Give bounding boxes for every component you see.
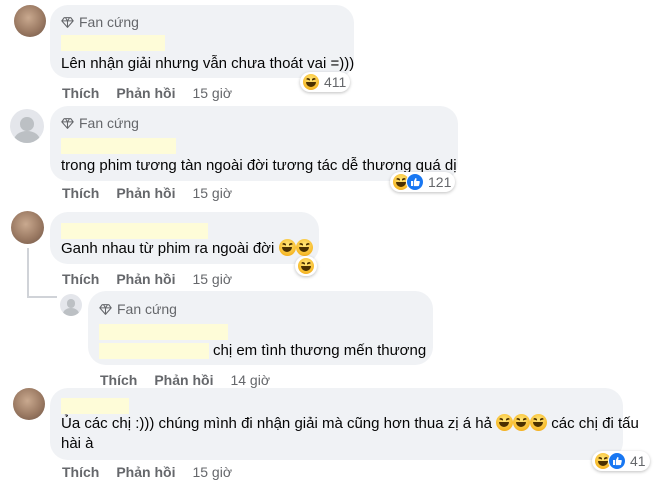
haha-emoji [302, 73, 320, 91]
fan-badge[interactable]: Fan cứng [61, 14, 139, 30]
reaction-count: 411 [324, 74, 347, 90]
reaction-summary[interactable]: 411 [300, 72, 351, 92]
like-action[interactable]: Thích [62, 271, 99, 287]
comment-bubble: Fan cứng Lên nhận giải nhưng vẫn chưa th… [50, 5, 354, 78]
like-action[interactable]: Thích [100, 372, 137, 388]
redacted-name[interactable] [61, 138, 176, 154]
avatar[interactable] [60, 294, 82, 316]
comment-actions: Thích Phản hồi 15 giờ [62, 464, 232, 480]
like-action[interactable]: Thích [62, 85, 99, 101]
comment-bubble: Ganh nhau từ phim ra ngoài đời [50, 212, 319, 264]
timestamp[interactable]: 15 giờ [192, 185, 232, 201]
comment-bubble: Fan cứng trong phim tương tàn ngoài đời … [50, 106, 458, 181]
comment-actions: Thích Phản hồi 15 giờ [62, 271, 232, 287]
like-icon [406, 173, 424, 191]
badge-label: Fan cứng [117, 301, 177, 317]
timestamp[interactable]: 15 giờ [192, 271, 232, 287]
comment-text-line1-tail: các chị đi tấu [551, 415, 639, 432]
reply-action[interactable]: Phản hồi [116, 464, 175, 480]
comment-bubble: Fan cứng chị em tình thương mến thương [88, 291, 433, 365]
comment-actions: Thích Phản hồi 15 giờ [62, 185, 232, 201]
reply-thread-line [29, 296, 57, 298]
redacted-name[interactable] [99, 324, 228, 340]
diamond-icon [61, 117, 74, 129]
redacted-name[interactable] [61, 223, 208, 239]
comment-text: chị em tình thương mến thương [213, 342, 427, 359]
comment-bubble: Ủa các chị :))) chúng mình đi nhận giải … [50, 388, 639, 460]
diamond-icon [99, 303, 112, 315]
haha-emoji [496, 414, 514, 431]
reaction-count: 121 [428, 174, 452, 190]
avatar[interactable] [14, 5, 46, 37]
reply-action[interactable]: Phản hồi [154, 372, 213, 388]
reaction-summary[interactable]: 121 [390, 172, 456, 192]
avatar[interactable] [13, 388, 45, 420]
comment-text: Ủa các chị :))) chúng mình đi nhận giải … [61, 414, 639, 434]
comment-actions: Thích Phản hồi 14 giờ [100, 372, 270, 388]
haha-emoji [278, 239, 296, 256]
timestamp[interactable]: 14 giờ [230, 372, 270, 388]
haha-emoji [513, 414, 531, 431]
redacted-name[interactable] [61, 398, 129, 414]
haha-emoji [297, 257, 315, 275]
reply-thread-line [27, 248, 29, 298]
reaction-summary[interactable]: 41 [592, 451, 650, 471]
reaction-count: 41 [630, 453, 646, 469]
fan-badge[interactable]: Fan cứng [61, 115, 139, 131]
badge-label: Fan cứng [79, 14, 139, 30]
reply-action[interactable]: Phản hồi [116, 185, 175, 201]
reply-action[interactable]: Phản hồi [116, 271, 175, 287]
redacted-name[interactable] [61, 35, 165, 51]
timestamp[interactable]: 15 giờ [192, 85, 232, 101]
diamond-icon [61, 16, 74, 28]
avatar[interactable] [10, 109, 44, 143]
comment-actions: Thích Phản hồi 15 giờ [62, 85, 232, 101]
timestamp[interactable]: 15 giờ [192, 464, 232, 480]
comment-text: Ganh nhau từ phim ra ngoài đời [61, 239, 313, 259]
comment-text-content: Ganh nhau từ phim ra ngoài đời [61, 240, 275, 257]
comment-text-line2: hài à [61, 435, 94, 452]
haha-emoji [530, 414, 548, 431]
haha-emoji [295, 239, 313, 256]
reaction-summary[interactable] [295, 256, 317, 276]
fan-badge[interactable]: Fan cứng [99, 301, 177, 317]
avatar[interactable] [11, 211, 44, 244]
like-action[interactable]: Thích [62, 185, 99, 201]
comment-text-line1: Ủa các chị :))) chúng mình đi nhận giải … [61, 415, 492, 432]
like-icon [608, 452, 626, 470]
badge-label: Fan cứng [79, 115, 139, 131]
redacted-mention[interactable] [99, 343, 209, 359]
reply-action[interactable]: Phản hồi [116, 85, 175, 101]
like-action[interactable]: Thích [62, 464, 99, 480]
comment-text: Lên nhận giải nhưng vẫn chưa thoát vai =… [61, 55, 355, 72]
